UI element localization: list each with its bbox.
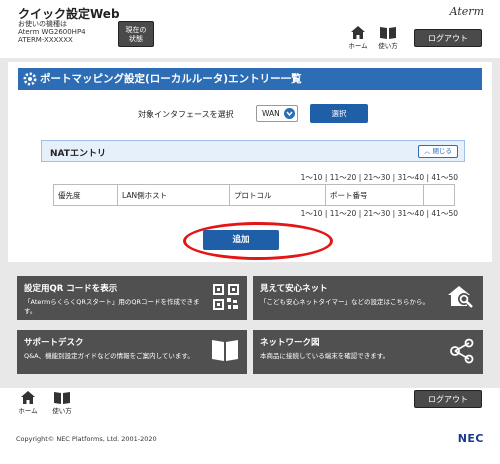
entry-list-panel: ポートマッピング設定(ローカルルータ)エントリー一覧 対象インタフェースを選択 … xyxy=(8,62,492,262)
tile-safe-net[interactable]: 見えて安心ネット 「こども安心ネットタイマー」などの設定はこちらから。 xyxy=(253,276,483,320)
collapse-button[interactable]: ︿ 閉じる xyxy=(418,145,458,158)
nat-table: 優先度 LAN側ホスト プロトコル ポート番号 xyxy=(53,184,455,206)
current-status-button[interactable]: 現在の 状態 xyxy=(118,21,154,47)
page-link[interactable]: 31～40 xyxy=(398,209,425,218)
page-link[interactable]: 41～50 xyxy=(431,209,458,218)
nat-section-header: NATエントリ ︿ 閉じる xyxy=(41,140,465,162)
home-icon xyxy=(21,391,35,404)
header: クイック設定Web お使いの機種は Aterm WG2600HP4 ATERM-… xyxy=(0,0,500,58)
select-button[interactable]: 選択 xyxy=(310,104,368,123)
tile-network-map[interactable]: ネットワーク図 本商品に接続している端末を確認できます。 xyxy=(253,330,483,374)
column-actions xyxy=(423,184,455,206)
pager-bottom: 1～10 | 11～20 | 21～30 | 31～40 | 41～50 xyxy=(300,209,458,218)
highlight-ring xyxy=(183,222,333,260)
footer-home-link[interactable]: ホーム xyxy=(14,391,42,415)
book-icon xyxy=(380,27,396,39)
page-link[interactable]: 21～30 xyxy=(364,209,391,218)
page-link[interactable]: 21～30 xyxy=(364,173,391,182)
page-link[interactable]: 1～10 xyxy=(301,209,323,218)
pager-top: 1～10 | 11～20 | 21～30 | 31～40 | 41～50 xyxy=(300,173,458,182)
model-label: お使いの機種は xyxy=(18,20,67,28)
page-link[interactable]: 11～20 xyxy=(330,173,357,182)
page-link[interactable]: 1～10 xyxy=(301,173,323,182)
nat-title: NATエントリ xyxy=(50,149,106,159)
logout-button[interactable]: ログアウト xyxy=(414,29,482,47)
help-link[interactable]: 使い方 xyxy=(374,26,402,50)
book-icon xyxy=(54,392,70,404)
home-icon xyxy=(351,26,365,39)
aterm-logo: Aterm xyxy=(449,5,484,18)
network-icon xyxy=(450,338,474,364)
footer-logout-button[interactable]: ログアウト xyxy=(414,390,482,408)
chevron-up-icon: ︿ xyxy=(423,147,431,155)
book-icon xyxy=(212,340,238,361)
gear-icon xyxy=(23,72,37,86)
interface-label: 対象インタフェースを選択 xyxy=(138,110,234,119)
tile-support-desk[interactable]: サポートデスク Q&A、機能別設定ガイドなどの情報をご案内しています。 xyxy=(17,330,247,374)
tile-qr-code[interactable]: 設定用QR コードを表示 「AtermらくらくQRスタート」用のQRコードを作成… xyxy=(17,276,247,320)
interface-select[interactable]: WAN xyxy=(256,105,298,122)
column-lan-host: LAN側ホスト xyxy=(117,184,230,206)
copyright: Copyright© NEC Platforms, Ltd. 2001-2020 xyxy=(16,435,157,443)
home-link[interactable]: ホーム xyxy=(344,26,372,50)
column-port: ポート番号 xyxy=(325,184,424,206)
page-link[interactable]: 41～50 xyxy=(431,173,458,182)
main-area: ポートマッピング設定(ローカルルータ)エントリー一覧 対象インタフェースを選択 … xyxy=(0,58,500,388)
column-priority: 優先度 xyxy=(53,184,118,206)
page-heading: ポートマッピング設定(ローカルルータ)エントリー一覧 xyxy=(18,68,482,90)
device-id: ATERM-XXXXXX xyxy=(18,36,73,44)
table-header-row: 優先度 LAN側ホスト プロトコル ポート番号 xyxy=(53,184,455,206)
footer-help-link[interactable]: 使い方 xyxy=(48,391,76,415)
home-search-icon xyxy=(448,286,473,308)
footer: ホーム 使い方 ログアウト Copyright© NEC Platforms, … xyxy=(0,388,500,464)
model-name: Aterm WG2600HP4 xyxy=(18,28,86,36)
page-link[interactable]: 11～20 xyxy=(330,209,357,218)
qr-code-icon xyxy=(213,284,239,310)
column-protocol: プロトコル xyxy=(229,184,326,206)
chevron-down-icon xyxy=(284,108,295,119)
nec-logo: NEC xyxy=(457,432,484,445)
page-link[interactable]: 31～40 xyxy=(398,173,425,182)
